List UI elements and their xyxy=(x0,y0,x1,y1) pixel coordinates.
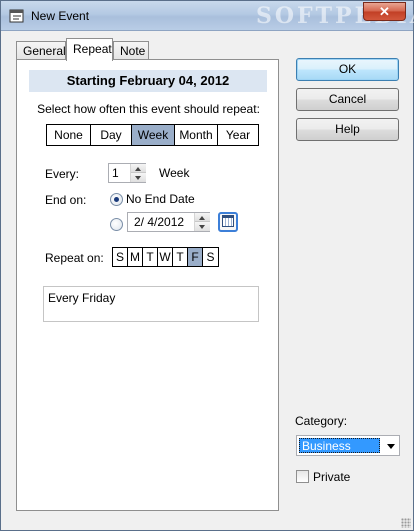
category-label: Category: xyxy=(295,414,348,428)
frequency-day[interactable]: Day xyxy=(91,125,132,145)
day-thursday[interactable]: T xyxy=(173,248,188,266)
day-tuesday[interactable]: T xyxy=(143,248,158,266)
every-unit-label: Week xyxy=(159,166,190,180)
frequency-week[interactable]: Week xyxy=(132,125,175,145)
repeat-summary: Every Friday xyxy=(43,286,259,322)
no-end-date-radio[interactable] xyxy=(110,193,123,206)
every-stepper[interactable]: 1 xyxy=(108,163,146,183)
ok-button[interactable]: OK xyxy=(296,58,399,81)
spin-down-icon[interactable] xyxy=(131,173,146,182)
day-wednesday[interactable]: W xyxy=(158,248,173,266)
calendar-icon xyxy=(222,215,234,227)
day-friday[interactable]: F xyxy=(188,248,203,266)
repeat-on-label: Repeat on: xyxy=(45,251,104,265)
frequency-prompt: Select how often this event should repea… xyxy=(37,102,260,116)
window-title: New Event xyxy=(31,9,90,23)
category-value: Business xyxy=(299,438,380,453)
end-date-spin-buttons xyxy=(194,213,210,231)
end-date-picker[interactable]: 2/ 4/2012 xyxy=(127,212,210,232)
tab-repeat[interactable]: Repeat xyxy=(66,38,113,61)
private-checkbox[interactable] xyxy=(296,470,309,483)
help-button[interactable]: Help xyxy=(296,118,399,141)
day-monday[interactable]: M xyxy=(128,248,143,266)
spin-up-icon[interactable] xyxy=(131,164,146,173)
close-button[interactable]: ✕ xyxy=(363,2,406,21)
no-end-date-label[interactable]: No End Date xyxy=(126,192,195,206)
start-date-header: Starting February 04, 2012 xyxy=(29,70,267,92)
tab-general[interactable]: General xyxy=(16,41,66,60)
day-saturday[interactable]: S xyxy=(203,248,218,266)
end-on-label: End on: xyxy=(45,193,87,207)
every-spin-buttons xyxy=(130,164,146,182)
frequency-month[interactable]: Month xyxy=(175,125,218,145)
repeat-panel: Starting February 04, 2012 Select how of… xyxy=(16,59,279,511)
category-select[interactable]: Business xyxy=(296,435,400,456)
spin-down-icon[interactable] xyxy=(195,222,210,231)
frequency-none[interactable]: None xyxy=(47,125,91,145)
end-date-value: 2/ 4/2012 xyxy=(134,215,185,229)
frequency-year[interactable]: Year xyxy=(218,125,258,145)
day-sunday[interactable]: S xyxy=(113,248,128,266)
spin-up-icon[interactable] xyxy=(195,213,210,222)
close-icon: ✕ xyxy=(379,4,390,19)
tab-note[interactable]: Note xyxy=(113,41,149,60)
title-bar[interactable]: New Event SOFTPEDIA ✕ xyxy=(1,1,414,31)
resize-grip-icon[interactable] xyxy=(401,518,411,528)
dropdown-arrow-icon[interactable] xyxy=(387,444,395,449)
every-label: Every: xyxy=(45,167,80,181)
every-value: 1 xyxy=(112,166,119,180)
frequency-selector: None Day Week Month Year xyxy=(46,124,259,146)
calendar-button[interactable] xyxy=(218,212,238,232)
weekday-selector: S M T W T F S xyxy=(112,247,219,267)
new-event-dialog: New Event SOFTPEDIA ✕ General Repeat Not… xyxy=(0,0,414,531)
private-label[interactable]: Private xyxy=(313,470,350,484)
new-event-app-icon xyxy=(9,9,24,23)
cancel-button[interactable]: Cancel xyxy=(296,88,399,111)
end-date-radio[interactable] xyxy=(110,218,123,231)
